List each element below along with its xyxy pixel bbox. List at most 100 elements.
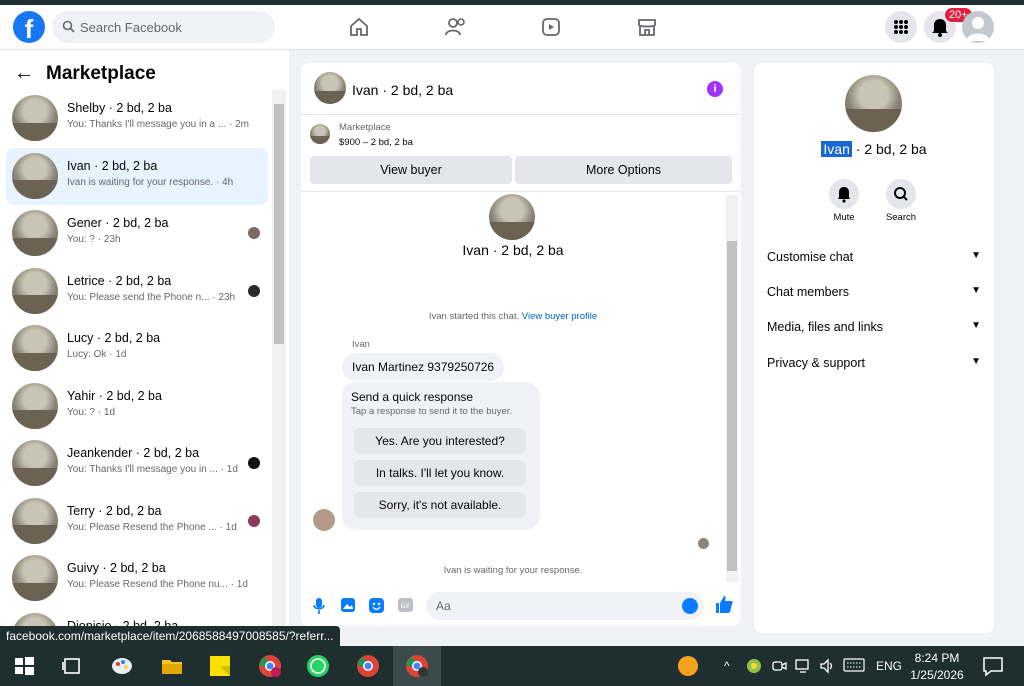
marketplace-icon[interactable]: [637, 17, 657, 37]
conversation-item[interactable]: Guivy · 2 bd, 2 ba You: Please Resend the…: [6, 550, 268, 608]
sticker-icon[interactable]: [369, 598, 384, 613]
sender-avatar[interactable]: [313, 509, 335, 531]
file-explorer-icon[interactable]: [160, 654, 184, 678]
conversation-name: Yahir · 2 bd, 2 ba: [67, 388, 162, 403]
seen-indicator: [698, 538, 709, 549]
scrollbar-thumb[interactable]: [727, 241, 737, 571]
conversation-item[interactable]: Letrice · 2 bd, 2 ba You: Please send the…: [6, 263, 268, 321]
details-name: Ivan · 2 bd, 2 ba: [754, 141, 994, 157]
listing-thumbnail-small[interactable]: [310, 124, 330, 144]
search-chat-button[interactable]: [886, 179, 916, 209]
sidebar-title: Marketplace: [46, 62, 156, 84]
home-icon[interactable]: [349, 17, 369, 37]
page-scrollbar[interactable]: [1011, 50, 1024, 642]
listing-thumbnail: [12, 440, 58, 486]
windows-start-icon[interactable]: [12, 654, 36, 678]
conversation-item[interactable]: Gener · 2 bd, 2 ba You: ? · 23h: [6, 205, 268, 263]
chrome-profile-icon[interactable]: [356, 654, 380, 678]
conversation-item[interactable]: Terry · 2 bd, 2 ba You: Please Resend the…: [6, 493, 268, 551]
media-files-links-row[interactable]: Media, files and links ▼: [767, 320, 981, 334]
conversation-preview: You: ? · 1d: [67, 406, 116, 418]
chat-listing-thumbnail[interactable]: [314, 72, 346, 104]
network-icon[interactable]: [795, 658, 811, 674]
sticky-notes-icon[interactable]: [208, 654, 232, 678]
clock-date: 1/25/2026: [910, 668, 964, 682]
quick-response-option[interactable]: In talks. I'll let you know.: [354, 460, 526, 486]
listing-thumbnail: [12, 555, 58, 601]
conversation-item[interactable]: Yahir · 2 bd, 2 ba You: ? · 1d: [6, 378, 268, 436]
chrome-active-icon[interactable]: [405, 654, 429, 678]
info-icon[interactable]: i: [707, 81, 723, 97]
conversation-name: Guivy · 2 bd, 2 ba: [67, 561, 166, 575]
message-input[interactable]: Aa: [426, 592, 704, 620]
search-box[interactable]: Search Facebook: [52, 11, 275, 43]
marketplace-sidebar: ← Marketplace Shelby · 2 bd, 2 ba You: Th…: [0, 50, 289, 659]
facebook-logo[interactable]: f: [13, 11, 45, 43]
quick-response-title: Send a quick response: [351, 390, 474, 404]
marketplace-label: Marketplace: [339, 122, 391, 133]
account-avatar[interactable]: [962, 11, 994, 43]
conversation-name: Ivan · 2 bd, 2 ba: [67, 158, 158, 173]
quick-response-card: Send a quick response Tap a response to …: [342, 382, 540, 530]
listing-thumbnail: [12, 382, 58, 429]
whatsapp-icon[interactable]: [306, 654, 330, 678]
conversation-item[interactable]: Jeankender · 2 bd, 2 ba You: Thanks I'll …: [6, 435, 268, 493]
seen-avatar: [248, 284, 260, 297]
clock-time: 8:24 PM: [914, 651, 960, 665]
task-view-icon[interactable]: [60, 654, 84, 678]
conversation-name: Lucy · 2 bd, 2 ba: [67, 331, 161, 345]
conversation-name: Gener · 2 bd, 2 ba: [67, 216, 169, 230]
language-indicator[interactable]: ENG: [876, 659, 902, 673]
microphone-icon[interactable]: [312, 598, 326, 614]
paint-app-icon[interactable]: [110, 654, 134, 678]
conversation-item[interactable]: Shelby · 2 bd, 2 ba You: Thanks I'll mess…: [6, 90, 268, 148]
name-highlight: Ivan: [821, 141, 852, 157]
chat-details-panel: Ivan · 2 bd, 2 ba Mute Search Customise …: [754, 63, 994, 633]
quick-response-option[interactable]: Sorry, it's not available.: [354, 492, 526, 518]
chevron-down-icon: ▼: [971, 285, 981, 296]
privacy-support-row[interactable]: Privacy & support ▼: [767, 356, 981, 370]
menu-button[interactable]: [885, 11, 917, 43]
conversation-item-active[interactable]: Ivan · 2 bd, 2 ba Ivan is waiting for you…: [6, 147, 268, 205]
photo-icon[interactable]: [341, 598, 355, 612]
like-thumb-icon[interactable]: [715, 596, 733, 613]
chevron-up-icon[interactable]: ^: [724, 659, 730, 673]
message-bubble[interactable]: Ivan Martinez 9379250726: [342, 353, 505, 381]
friends-icon[interactable]: [445, 17, 467, 37]
conversation-preview: You: Thanks I'll message you in a ... · …: [67, 119, 250, 130]
sender-name: Ivan: [352, 339, 370, 350]
keyboard-icon[interactable]: [843, 658, 865, 672]
search-label: Search: [885, 212, 917, 223]
windows-taskbar: ^ ENG 8:24 PM 1/25/2026: [0, 646, 1024, 686]
more-options-button[interactable]: More Options: [515, 156, 732, 184]
volume-icon[interactable]: [819, 658, 835, 674]
chrome-profile-m-icon[interactable]: [258, 654, 282, 678]
security-shield-icon[interactable]: [746, 658, 762, 674]
view-buyer-profile-link[interactable]: View buyer profile: [522, 311, 597, 322]
chat-members-row[interactable]: Chat members ▼: [767, 285, 981, 299]
system-clock[interactable]: 8:24 PM 1/25/2026: [908, 650, 966, 684]
emoji-icon[interactable]: [682, 598, 698, 614]
gif-icon[interactable]: GIF: [398, 598, 413, 612]
camera-icon[interactable]: [771, 658, 787, 674]
chat-title[interactable]: Ivan · 2 bd, 2 ba: [352, 82, 453, 98]
watch-icon[interactable]: [541, 17, 561, 37]
thread-scrollbar[interactable]: [726, 195, 738, 582]
back-arrow-icon[interactable]: ←: [14, 62, 34, 85]
search-input[interactable]: Search Facebook: [80, 20, 182, 35]
sidebar-scrollbar[interactable]: [272, 90, 286, 628]
notification-center-icon[interactable]: [981, 654, 1005, 678]
conversation-preview: You: Please send the Phone n... · 23h: [67, 291, 236, 303]
seen-avatar: [248, 457, 260, 469]
mute-button[interactable]: [829, 179, 859, 209]
seen-avatar: [248, 227, 260, 239]
conversation-item[interactable]: Lucy · 2 bd, 2 ba Lucy: Ok · 1d: [6, 320, 268, 378]
view-buyer-button[interactable]: View buyer: [310, 156, 512, 184]
scrollbar-thumb[interactable]: [274, 104, 284, 344]
svg-text:GIF: GIF: [401, 603, 411, 610]
chevron-down-icon: ▼: [971, 250, 981, 261]
customise-chat-row[interactable]: Customise chat ▼: [767, 250, 981, 264]
quick-response-option[interactable]: Yes. Are you interested?: [354, 428, 526, 454]
weather-sun-icon[interactable]: [676, 654, 700, 678]
row-label: Privacy & support: [767, 356, 865, 370]
